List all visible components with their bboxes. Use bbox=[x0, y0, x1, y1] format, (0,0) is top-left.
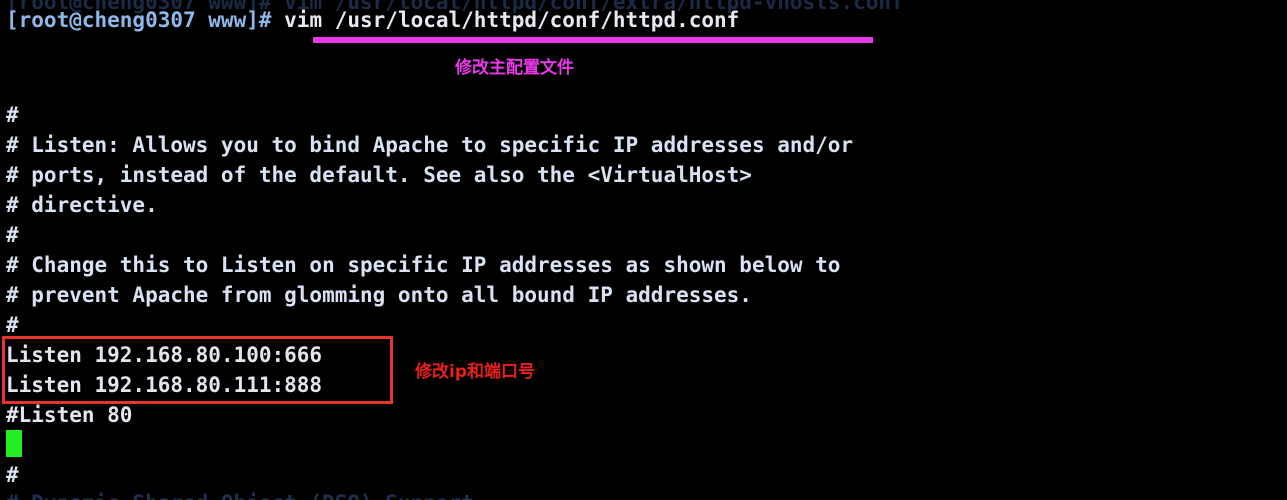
file-line-6: # Change this to Listen on specific IP a… bbox=[6, 253, 841, 277]
file-line-13: # bbox=[6, 463, 19, 487]
shell-command: vim /usr/local/httpd/conf/httpd.conf bbox=[284, 8, 740, 32]
terminal-window[interactable]: [root@cheng0307 www]# vim /usr/local/htt… bbox=[0, 0, 1287, 500]
file-line-5: # bbox=[6, 223, 19, 247]
file-line-8: # bbox=[6, 313, 19, 337]
command-underline-highlight bbox=[313, 37, 873, 43]
shell-prompt-line: [root@cheng0307 www]# vim /usr/local/htt… bbox=[6, 5, 739, 35]
scrollback-clipped-line-bottom: # Dynamic Shared Object (DSO) Support bbox=[6, 488, 474, 500]
shell-prompt: [root@cheng0307 www]# bbox=[6, 8, 285, 32]
listen-directive-commented: #Listen 80 bbox=[6, 403, 133, 427]
listen-directive-secondary: Listen 192.168.80.111:888 bbox=[6, 373, 323, 397]
annotation-command-note: 修改主配置文件 bbox=[455, 58, 574, 78]
listen-directive-primary: Listen 192.168.80.100:666 bbox=[6, 343, 323, 367]
file-line-1: # bbox=[6, 103, 19, 127]
file-line-3: # ports, instead of the default. See als… bbox=[6, 163, 752, 187]
file-line-4: # directive. bbox=[6, 193, 158, 217]
file-line-7: # prevent Apache from glomming onto all … bbox=[6, 283, 752, 307]
vim-block-cursor bbox=[6, 430, 22, 457]
file-line-2: # Listen: Allows you to bind Apache to s… bbox=[6, 133, 854, 157]
annotation-listen-note: 修改ip和端口号 bbox=[415, 362, 535, 382]
